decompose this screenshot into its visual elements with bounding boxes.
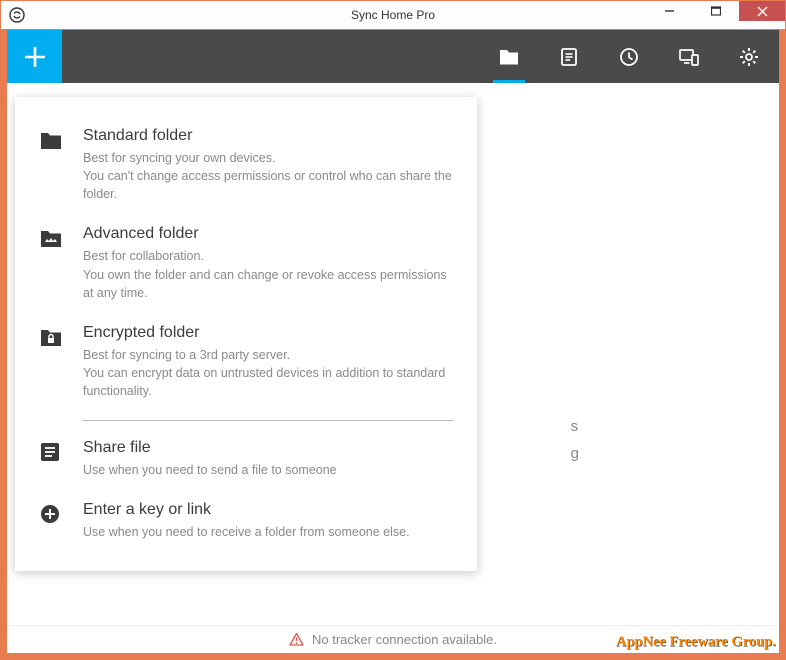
app-icon: [6, 4, 28, 26]
toolbar-right: [479, 30, 779, 83]
menu-item-title: Enter a key or link: [83, 501, 453, 519]
menu-item-desc: Use when you need to send a file to some…: [83, 461, 453, 479]
menu-item-desc: Best for syncing your own devices.You ca…: [83, 149, 453, 203]
tab-devices[interactable]: [659, 30, 719, 83]
background-hint: s g: [571, 413, 579, 467]
bg-line2: g: [571, 440, 579, 467]
tab-files[interactable]: [539, 30, 599, 83]
window-controls: [647, 1, 785, 21]
menu-item-desc: Use when you need to receive a folder fr…: [83, 523, 453, 541]
app-frame: s g Standard folder Best for syncing you…: [7, 30, 779, 653]
close-button[interactable]: [739, 1, 785, 21]
add-dropdown: Standard folder Best for syncing your ow…: [15, 97, 477, 571]
content-area: s g Standard folder Best for syncing you…: [7, 83, 779, 625]
menu-encrypted-folder[interactable]: Encrypted folder Best for syncing to a 3…: [15, 314, 477, 412]
menu-item-title: Standard folder: [83, 127, 453, 145]
tab-history[interactable]: [599, 30, 659, 83]
add-button[interactable]: [7, 30, 62, 83]
menu-item-title: Share file: [83, 439, 453, 457]
folder-lock-icon: [39, 324, 83, 400]
titlebar: Sync Home Pro: [1, 1, 785, 29]
menu-separator: [83, 420, 453, 421]
status-message: No tracker connection available.: [312, 632, 497, 647]
toolbar: [7, 30, 779, 83]
menu-item-title: Encrypted folder: [83, 324, 453, 342]
plus-circle-icon: [39, 501, 83, 541]
minimize-button[interactable]: [647, 1, 693, 21]
menu-standard-folder[interactable]: Standard folder Best for syncing your ow…: [15, 117, 477, 215]
bg-line1: s: [571, 413, 579, 440]
watermark: AppNee Freeware Group.: [616, 634, 776, 651]
maximize-button[interactable]: [693, 1, 739, 21]
menu-share-file[interactable]: Share file Use when you need to send a f…: [15, 429, 477, 491]
tab-folders[interactable]: [479, 30, 539, 83]
menu-enter-key[interactable]: Enter a key or link Use when you need to…: [15, 491, 477, 553]
menu-item-title: Advanced folder: [83, 225, 453, 243]
menu-item-desc: Best for collaboration.You own the folde…: [83, 247, 453, 301]
warning-icon: [289, 632, 304, 647]
folder-icon: [39, 127, 83, 203]
menu-advanced-folder[interactable]: Advanced folder Best for collaboration.Y…: [15, 215, 477, 313]
tab-settings[interactable]: [719, 30, 779, 83]
menu-item-desc: Best for syncing to a 3rd party server.Y…: [83, 346, 453, 400]
folder-crown-icon: [39, 225, 83, 301]
document-icon: [39, 439, 83, 479]
